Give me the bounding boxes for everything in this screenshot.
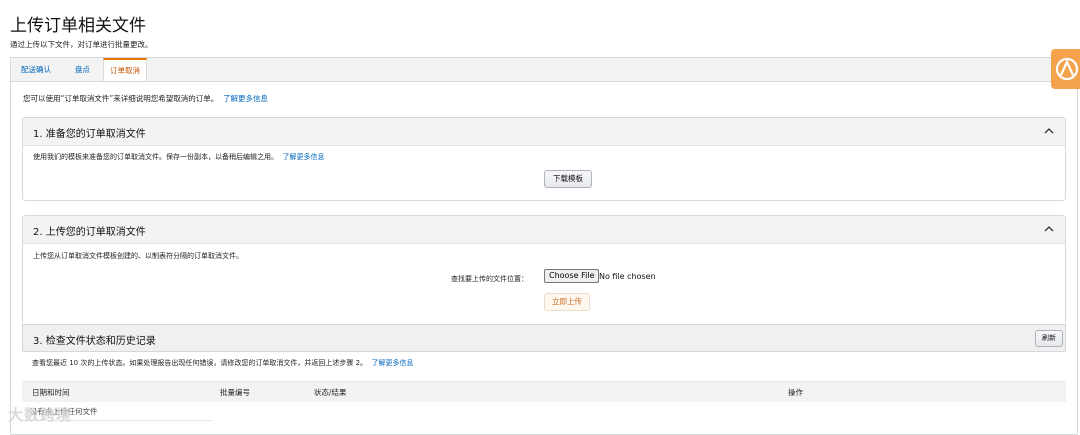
- panel-description: 使用我们的模板来准备您的订单取消文件。保存一份副本，以备稍后编辑之用。: [33, 153, 278, 161]
- column-batch-id: 批量编号: [220, 388, 250, 397]
- column-action: 操作: [788, 388, 803, 397]
- download-template-button[interactable]: 下载模板: [544, 170, 592, 188]
- intro-text: 您可以使用“订单取消文件”来详细说明您希望取消的订单。 了解更多信息: [23, 93, 268, 104]
- history-panel-header: 3. 检查文件状态和历史记录 刷新: [22, 324, 1066, 352]
- chevron-up-icon[interactable]: [1043, 224, 1055, 234]
- learn-more-link[interactable]: 了解更多信息: [223, 94, 268, 103]
- assistant-logo-icon: [1055, 57, 1079, 81]
- panel-text: 使用我们的模板来准备您的订单取消文件。保存一份副本，以备稍后编辑之用。 了解更多…: [33, 152, 324, 162]
- learn-more-link[interactable]: 了解更多信息: [372, 359, 414, 367]
- panel-title: 2. 上传您的订单取消文件: [33, 227, 146, 238]
- file-location-label: 查找要上传的文件位置：: [451, 275, 528, 283]
- panel-title: 1. 准备您的订单取消文件: [33, 129, 146, 140]
- learn-more-link[interactable]: 了解更多信息: [282, 153, 324, 161]
- history-table-header: 日期和时间 批量编号 状态/结果 操作: [22, 381, 1066, 402]
- refresh-button[interactable]: 刷新: [1035, 330, 1063, 347]
- watermark: 大数跨境: [8, 406, 73, 424]
- page-subtitle: 通过上传以下文件，对订单进行批量更改。: [10, 40, 153, 49]
- tab-bar: 配送确认 盘点 订单取消: [10, 57, 1078, 83]
- panel-description: 上传您从订单取消文件模板创建的、以制表符分隔的订单取消文件。: [33, 252, 243, 260]
- panel-header[interactable]: 1. 准备您的订单取消文件: [23, 118, 1065, 146]
- choose-file-button[interactable]: Choose File: [544, 269, 600, 283]
- tab-inventory[interactable]: 盘点: [69, 58, 96, 82]
- panel-header[interactable]: 2. 上传您的订单取消文件: [23, 216, 1065, 244]
- column-status: 状态/结果: [314, 388, 347, 397]
- intro-description: 您可以使用“订单取消文件”来详细说明您希望取消的订单。: [23, 94, 219, 103]
- history-description: 查看您最近 10 次的上传状态。如果处理报告出现任何错误，请修改您的订单取消文件…: [32, 358, 414, 368]
- no-file-text: No file chosen: [599, 272, 656, 281]
- tab-order-cancellation[interactable]: 订单取消: [103, 58, 147, 83]
- chevron-up-icon[interactable]: [1043, 126, 1055, 136]
- upload-file-panel: 2. 上传您的订单取消文件 上传您从订单取消文件模板创建的、以制表符分隔的订单取…: [22, 215, 1066, 324]
- tab-shipping-confirmation[interactable]: 配送确认: [15, 58, 57, 82]
- panel-title: 3. 检查文件状态和历史记录: [33, 336, 156, 347]
- upload-now-button[interactable]: 立即上传: [544, 293, 590, 311]
- floating-assistant-button[interactable]: [1051, 49, 1080, 89]
- column-date-time: 日期和时间: [32, 388, 70, 397]
- page-title: 上传订单相关文件: [10, 16, 146, 36]
- prepare-file-panel: 1. 准备您的订单取消文件 使用我们的模板来准备您的订单取消文件。保存一份副本，…: [22, 117, 1066, 201]
- history-text: 查看您最近 10 次的上传状态。如果处理报告出现任何错误，请修改您的订单取消文件…: [32, 359, 368, 367]
